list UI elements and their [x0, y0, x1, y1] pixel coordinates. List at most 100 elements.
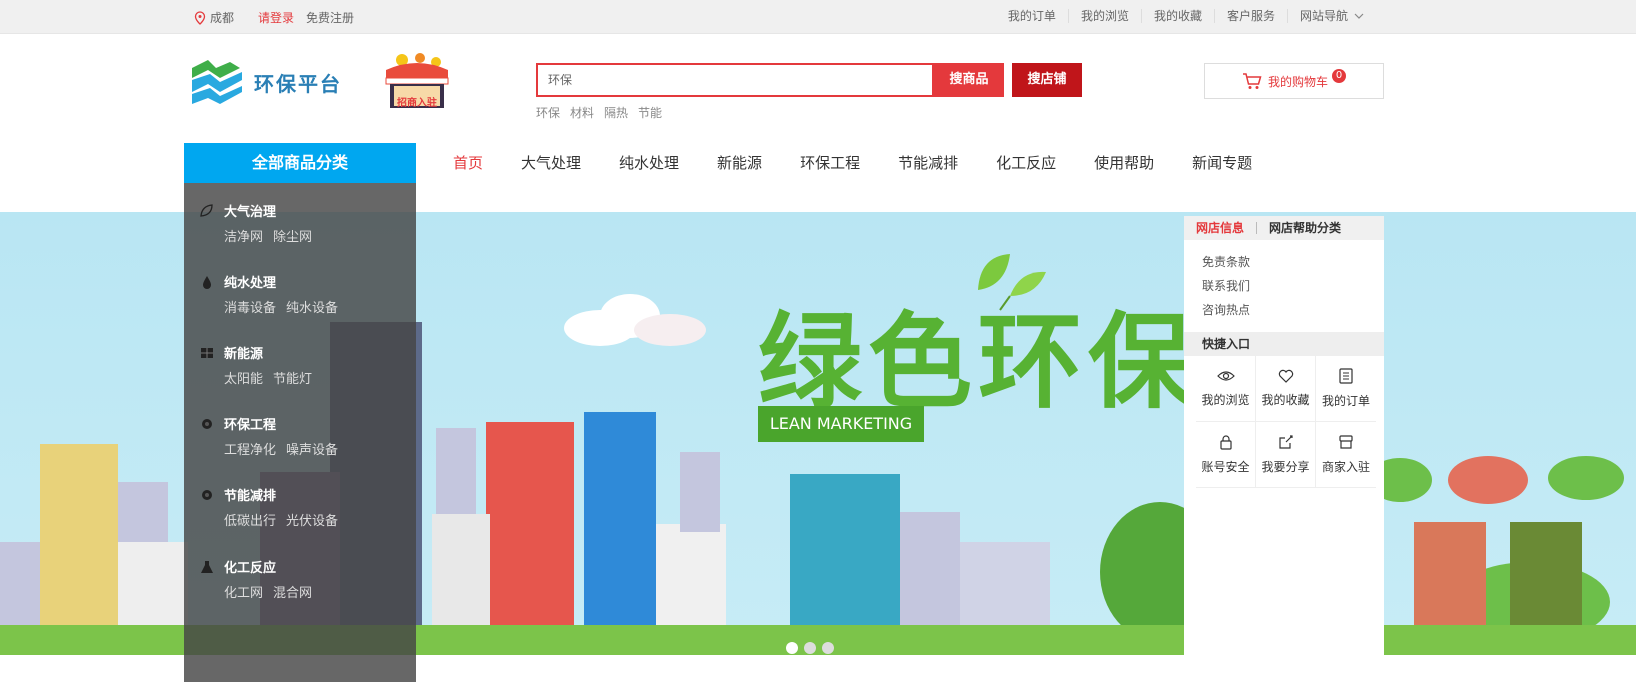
tab-shop-help[interactable]: 网店帮助分类 [1257, 222, 1353, 234]
nav-item-engineering[interactable]: 环保工程 [781, 143, 879, 183]
contact-us-link[interactable]: 联系我们 [1202, 274, 1366, 298]
logo-mark-icon [192, 60, 242, 104]
quick-entry-grid: 我的浏览 我的收藏 我的订单 账号安全 我要分享 商家入驻 [1196, 356, 1384, 488]
location-selector[interactable]: 成都 [194, 9, 234, 26]
nav-item-water[interactable]: 纯水处理 [600, 143, 698, 183]
hot-word[interactable]: 节能 [638, 104, 662, 121]
hot-word[interactable]: 材料 [570, 104, 594, 121]
leaf-icon [200, 203, 214, 218]
category-item[interactable]: 环保工程 工程净化 噪声设备 [200, 414, 410, 458]
category-title[interactable]: 节能减排 [224, 485, 276, 504]
category-sub-link[interactable]: 消毒设备 [224, 301, 276, 316]
cart-button[interactable]: 我的购物车 0 [1204, 63, 1384, 99]
all-categories-button[interactable]: 全部商品分类 [184, 143, 416, 183]
site-nav-dropdown[interactable]: 网站导航 [1286, 9, 1376, 23]
my-browsing-link[interactable]: 我的浏览 [1067, 9, 1141, 23]
location-pin-icon [194, 10, 206, 25]
my-orders-link[interactable]: 我的订单 [996, 9, 1068, 23]
disclaimer-link[interactable]: 免责条款 [1202, 250, 1366, 274]
search-goods-button[interactable]: 搜商品 [934, 63, 1004, 97]
site-logo[interactable]: 环保平台 [190, 58, 342, 106]
category-sub-link[interactable]: 化工网 [224, 586, 263, 601]
quick-label: 账号安全 [1201, 460, 1250, 474]
nav-item-home[interactable]: 首页 [434, 143, 502, 183]
nav-item-air[interactable]: 大气处理 [502, 143, 600, 183]
store-icon [1339, 435, 1353, 449]
quick-share[interactable]: 我要分享 [1256, 422, 1316, 488]
category-sub-link[interactable]: 光伏设备 [286, 514, 338, 529]
category-sub-link[interactable]: 洁净网 [224, 230, 263, 245]
hot-word[interactable]: 隔热 [604, 104, 628, 121]
banner-tagline: LEAN MARKETING [758, 406, 924, 442]
category-item[interactable]: 化工反应 化工网 混合网 [200, 557, 410, 601]
category-title[interactable]: 纯水处理 [224, 272, 276, 291]
cart-count-badge: 0 [1332, 69, 1346, 83]
merchant-badge-text: 招商入驻 [397, 98, 437, 109]
hotline-link[interactable]: 咨询热点 [1202, 298, 1366, 322]
quick-account-security[interactable]: 账号安全 [1196, 422, 1256, 488]
category-item[interactable]: 新能源 太阳能 节能灯 [200, 343, 410, 387]
logo-text: 环保平台 [254, 71, 342, 96]
category-item[interactable]: 纯水处理 消毒设备 纯水设备 [200, 272, 410, 316]
category-item[interactable]: 大气治理 洁净网 除尘网 [200, 201, 410, 245]
merchant-entry-banner[interactable]: 招商入驻 [380, 52, 454, 114]
carousel-dot[interactable] [822, 642, 834, 654]
tab-shop-info[interactable]: 网店信息 [1184, 222, 1258, 234]
order-list-icon [1339, 368, 1353, 384]
quick-my-orders[interactable]: 我的订单 [1316, 356, 1376, 422]
category-sub-link[interactable]: 混合网 [273, 586, 312, 601]
gear-icon [200, 488, 214, 502]
category-sub-link[interactable]: 除尘网 [273, 230, 312, 245]
search-shop-button[interactable]: 搜店铺 [1012, 63, 1082, 97]
quick-entry-title: 快捷入口 [1184, 332, 1384, 356]
header: 环保平台 招商入驻 环保 搜商品 搜店铺 环保 材料 隔热 节能 我的购物车 0 [0, 34, 1636, 138]
search-bar: 环保 搜商品 搜店铺 [536, 63, 1085, 97]
lock-icon [1219, 435, 1232, 450]
quick-label: 商家入驻 [1321, 460, 1370, 474]
banner-headline: 绿色环保 [758, 301, 1199, 423]
category-sub-link[interactable]: 纯水设备 [286, 301, 338, 316]
gear-icon [200, 417, 214, 431]
nav-item-energy-saving[interactable]: 节能减排 [879, 143, 977, 183]
nav-item-news[interactable]: 新闻专题 [1173, 143, 1271, 183]
category-item[interactable]: 节能减排 低碳出行 光伏设备 [200, 485, 410, 529]
category-sub-link[interactable]: 太阳能 [224, 372, 263, 387]
quick-label: 我的浏览 [1201, 393, 1250, 407]
quick-merchant-entry[interactable]: 商家入驻 [1316, 422, 1376, 488]
category-sub-link[interactable]: 低碳出行 [224, 514, 276, 529]
shop-info-tabs: 网店信息 网店帮助分类 [1184, 216, 1384, 240]
eye-icon [1216, 371, 1235, 381]
carousel-dot[interactable] [804, 642, 816, 654]
share-icon [1278, 435, 1293, 449]
carousel-dot[interactable] [786, 642, 798, 654]
my-favorites-link[interactable]: 我的收藏 [1140, 9, 1214, 23]
category-sub-link[interactable]: 节能灯 [273, 372, 312, 387]
nav-item-chemical[interactable]: 化工反应 [977, 143, 1075, 183]
nav-item-new-energy[interactable]: 新能源 [698, 143, 781, 183]
category-sub-link[interactable]: 工程净化 [224, 443, 276, 458]
main-nav: 全部商品分类 首页 大气处理 纯水处理 新能源 环保工程 节能减排 化工反应 使… [0, 143, 1636, 183]
category-title[interactable]: 大气治理 [224, 201, 276, 220]
shop-info-links: 免责条款 联系我们 咨询热点 [1184, 240, 1384, 332]
category-title[interactable]: 新能源 [224, 343, 263, 362]
search-input[interactable]: 环保 [536, 63, 934, 97]
customer-service-link[interactable]: 客户服务 [1213, 9, 1287, 23]
cart-label: 我的购物车 [1267, 74, 1328, 89]
category-title[interactable]: 化工反应 [224, 557, 276, 576]
hot-words: 环保 材料 隔热 节能 [536, 104, 672, 121]
quick-label: 我的收藏 [1261, 393, 1310, 407]
quick-label: 我要分享 [1261, 460, 1310, 474]
cart-icon [1242, 73, 1262, 89]
category-sub-link[interactable]: 噪声设备 [286, 443, 338, 458]
quick-my-browsing[interactable]: 我的浏览 [1196, 356, 1256, 422]
login-link[interactable]: 请登录 [258, 9, 294, 26]
top-bar-inner: 成都 请登录 免费注册 我的订单 我的浏览 我的收藏 客户服务 网站导航 [184, 0, 1376, 34]
water-drop-icon [200, 275, 214, 289]
nav-item-help[interactable]: 使用帮助 [1075, 143, 1173, 183]
quick-my-favorites[interactable]: 我的收藏 [1256, 356, 1316, 422]
chevron-down-icon [1354, 13, 1364, 19]
heart-icon [1278, 369, 1293, 383]
hot-word[interactable]: 环保 [536, 104, 560, 121]
register-link[interactable]: 免费注册 [306, 9, 354, 26]
category-title[interactable]: 环保工程 [224, 414, 276, 433]
